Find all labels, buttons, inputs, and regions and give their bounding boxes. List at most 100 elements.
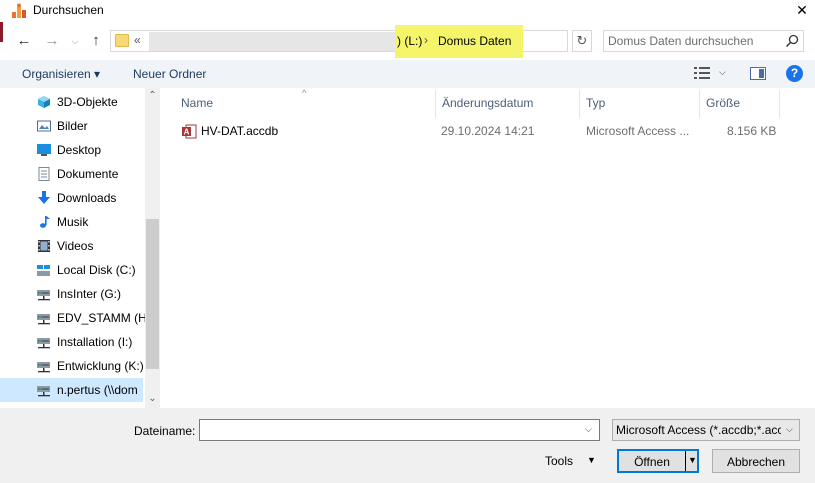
desktop-icon <box>37 143 51 157</box>
column-divider[interactable] <box>435 90 436 118</box>
folder-icon <box>115 34 129 47</box>
overflow-chevron-icon[interactable]: « <box>134 33 141 47</box>
breadcrumb-separator-icon[interactable]: › <box>424 33 428 47</box>
nav-item[interactable]: Dokumente <box>0 162 143 186</box>
nav-item-label: Bilder <box>57 119 88 133</box>
nav-item[interactable]: n.pertus (\\dom <box>0 378 143 402</box>
nav-item-label: n.pertus (\\dom <box>57 383 138 397</box>
nav-item[interactable]: Desktop <box>0 138 143 162</box>
access-file-icon: A <box>182 124 197 139</box>
nav-item-label: Desktop <box>57 143 102 157</box>
scroll-up-icon[interactable]: ⌃ <box>146 90 159 102</box>
nav-item[interactable]: 3D-Objekte <box>0 90 143 114</box>
column-header-size[interactable]: Größe <box>706 96 740 110</box>
local-disk-icon <box>37 263 51 277</box>
app-icon <box>12 3 26 18</box>
column-header-date[interactable]: Änderungsdatum <box>442 96 533 110</box>
file-size: 8.156 KB <box>727 124 777 138</box>
help-icon[interactable]: ? <box>786 65 803 82</box>
nav-item-label: Installation (I:) <box>57 335 133 349</box>
navigation-pane: 3D-Objekte Bilder Desktop Dokumente Download… <box>0 88 160 408</box>
file-list: ^ Name Änderungsdatum Typ Größe A HV-DAT… <box>160 88 815 408</box>
preview-pane-icon[interactable] <box>750 67 766 80</box>
nav-item-label: EDV_STAMM (H: <box>57 311 151 325</box>
forward-icon[interactable]: → <box>43 32 61 50</box>
tools-dropdown-icon[interactable]: ▼ <box>587 455 596 465</box>
back-icon[interactable]: ← <box>15 32 33 50</box>
nav-item[interactable]: Bilder <box>0 114 143 138</box>
open-dropdown-icon[interactable]: ▼ <box>688 455 697 465</box>
documents-icon <box>37 167 51 181</box>
nav-item[interactable]: Downloads <box>0 186 143 210</box>
file-row[interactable]: A HV-DAT.accdb 29.10.2024 14:21 Microsof… <box>160 120 780 142</box>
nav-item-label: Dokumente <box>57 167 119 181</box>
nav-item[interactable]: Videos <box>0 234 143 258</box>
window-title: Durchsuchen <box>33 3 104 17</box>
scroll-down-icon[interactable]: ⌄ <box>146 393 159 405</box>
background-app-strip <box>0 22 3 42</box>
file-type-filter-select[interactable]: Microsoft Access (*.accdb;*.acc ⌵ <box>612 419 800 441</box>
open-button[interactable]: Öffnen ▼ <box>617 449 699 473</box>
address-bar[interactable]: « ) (L:) › Domus Daten ⌵ <box>110 25 663 58</box>
nav-item-label: Musik <box>57 215 89 229</box>
nav-item[interactable]: Entwicklung (K:) <box>0 354 144 378</box>
dialog-footer: Dateiname: ⌵ Microsoft Access (*.accdb;*… <box>0 408 815 483</box>
filename-combobox[interactable]: ⌵ <box>199 419 600 441</box>
nav-item[interactable]: EDV_STAMM (H: <box>0 306 150 330</box>
column-divider[interactable] <box>579 90 580 118</box>
pictures-icon <box>37 119 51 133</box>
organize-button[interactable]: Organisieren ▾ <box>22 67 100 81</box>
new-folder-button[interactable]: Neuer Ordner <box>133 67 206 81</box>
videos-icon <box>37 239 51 253</box>
nav-item[interactable]: InsInter (G:) <box>0 282 143 306</box>
column-header-type[interactable]: Typ <box>586 96 605 110</box>
nav-item-label: Local Disk (C:) <box>57 263 136 277</box>
network-drive-icon <box>37 287 51 301</box>
svg-text:A: A <box>184 128 190 137</box>
tools-button[interactable]: Tools <box>545 454 573 468</box>
column-divider[interactable] <box>779 90 780 118</box>
view-options-icon[interactable] <box>694 67 710 79</box>
filename-dropdown-icon[interactable]: ⌵ <box>585 424 592 435</box>
breadcrumb-current[interactable]: Domus Daten <box>438 34 511 48</box>
scrollbar-thumb[interactable] <box>146 219 159 369</box>
cancel-button-label: Abbrechen <box>726 455 786 469</box>
network-drive-icon <box>37 359 51 373</box>
music-icon <box>37 215 51 229</box>
open-button-label: Öffnen <box>634 455 670 469</box>
history-dropdown-icon[interactable]: ⌵ <box>66 32 84 50</box>
open-split-divider <box>685 451 686 471</box>
file-name[interactable]: HV-DAT.accdb <box>201 124 278 138</box>
column-divider[interactable] <box>699 90 700 118</box>
network-drive-icon <box>37 383 51 397</box>
nav-item-label: Videos <box>57 239 94 253</box>
refresh-button[interactable]: ↻ <box>572 30 592 52</box>
downloads-icon <box>37 191 51 205</box>
file-date: 29.10.2024 14:21 <box>441 124 535 138</box>
nav-item[interactable]: Installation (I:) <box>0 330 143 354</box>
redacted-path <box>149 32 395 51</box>
nav-item[interactable]: Local Disk (C:) <box>0 258 143 282</box>
nav-item[interactable]: Musik <box>0 210 143 234</box>
title-bar: Durchsuchen ✕ <box>0 0 815 22</box>
nav-item-label: Entwicklung (K:) <box>57 359 144 373</box>
nav-item-label: Downloads <box>57 191 117 205</box>
command-toolbar: Organisieren ▾ Neuer Ordner ⌵ ? <box>0 60 815 88</box>
nav-scrollbar[interactable]: ⌃ ⌄ <box>145 88 160 408</box>
up-icon[interactable]: ↑ <box>87 32 105 50</box>
nav-item-label: InsInter (G:) <box>57 287 122 301</box>
search-icon[interactable] <box>785 34 799 48</box>
view-dropdown-icon[interactable]: ⌵ <box>719 67 726 78</box>
filename-input[interactable] <box>203 421 573 439</box>
cancel-button[interactable]: Abbrechen <box>712 449 800 473</box>
sort-ascending-icon: ^ <box>302 88 307 98</box>
search-box[interactable] <box>603 30 804 52</box>
file-type: Microsoft Access ... <box>586 124 690 138</box>
filename-label: Dateiname: <box>134 424 196 438</box>
search-input[interactable] <box>608 31 778 51</box>
column-header-name[interactable]: Name <box>181 96 213 110</box>
filter-dropdown-icon[interactable]: ⌵ <box>786 424 793 435</box>
breadcrumb-drive[interactable]: ) (L:) <box>397 34 422 48</box>
3d-objects-icon <box>37 95 51 109</box>
close-icon[interactable]: ✕ <box>793 1 811 19</box>
